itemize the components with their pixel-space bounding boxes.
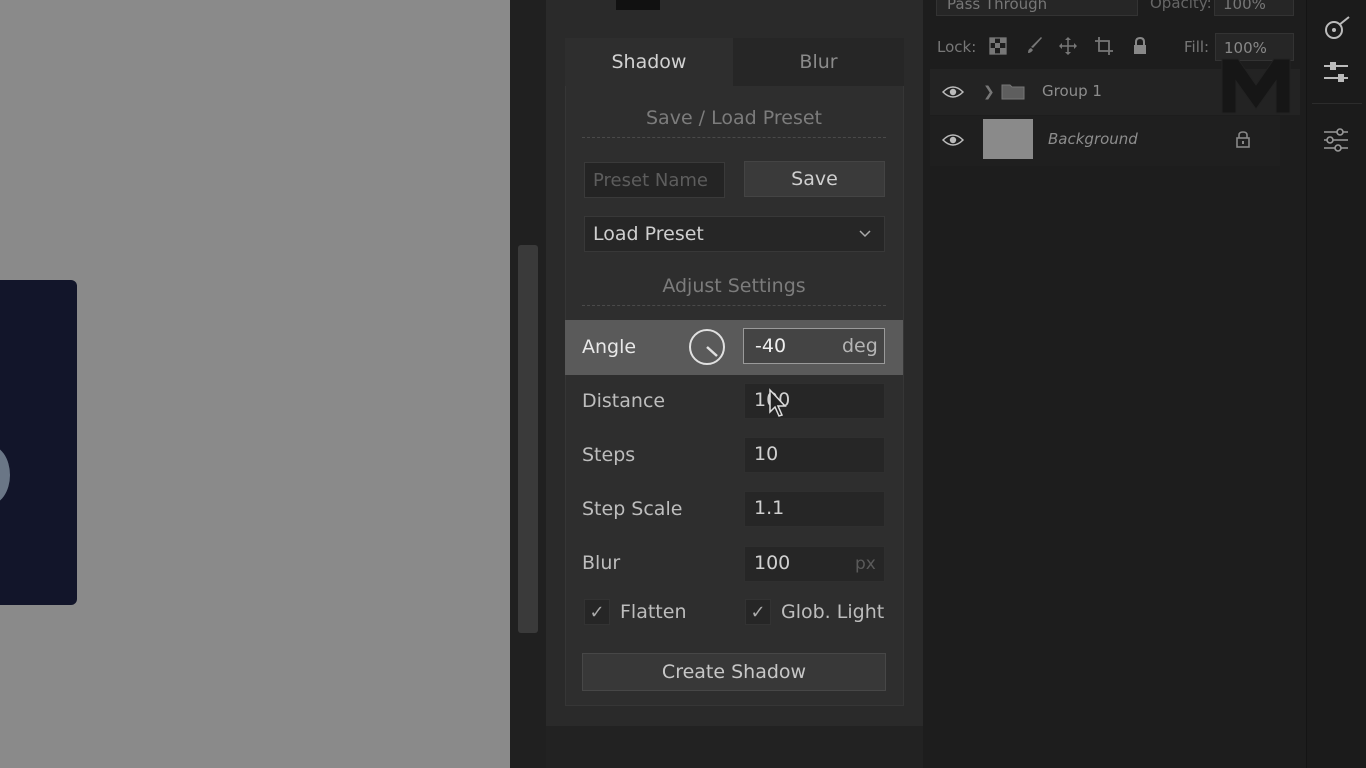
steps-label: Steps [582,444,636,466]
distance-label: Distance [582,390,666,412]
adjustments-icon[interactable] [1320,124,1352,156]
tab-shadow[interactable]: Shadow [565,38,733,86]
flatten-label: Flatten [620,601,687,623]
brush-settings-icon[interactable] [1320,14,1352,46]
angle-dial-icon[interactable] [688,328,726,366]
watermark-logo-icon [1221,58,1291,114]
eye-icon[interactable] [942,133,964,147]
step-scale-label: Step Scale [582,498,683,520]
fill-label: Fill: [1184,38,1210,56]
adjust-section-title: Adjust Settings [582,266,886,306]
steps-value: 10 [754,443,779,465]
lock-label: Lock: [937,38,977,56]
layer-thumbnail [983,119,1033,159]
chevron-down-icon [859,230,871,238]
chevron-right-icon[interactable]: ❯ [983,84,995,100]
tab-blur[interactable]: Blur [733,38,904,86]
preset-name-input[interactable] [584,162,725,198]
angle-value: -40 [755,335,787,357]
step-scale-value: 1.1 [754,497,785,519]
layer-name: Group 1 [1042,82,1102,100]
lock-all-icon[interactable] [1130,36,1150,56]
lock-move-icon[interactable] [1058,36,1078,56]
glob-light-label: Glob. Light [781,601,885,623]
document-canvas[interactable] [0,0,510,768]
blend-mode-dropdown[interactable]: Pass Through [936,0,1138,16]
folder-icon [1001,84,1025,100]
glob-light-checkbox[interactable]: ✓ [745,599,771,625]
save-button[interactable]: Save [744,161,885,197]
angle-unit: deg [842,335,878,357]
layer-name: Background [1048,130,1138,148]
lock-transparent-icon[interactable] [988,36,1008,56]
preset-section-title: Save / Load Preset [582,98,886,138]
artwork-circle [0,445,10,505]
toolbar-separator [1312,103,1362,104]
lock-brush-icon[interactable] [1025,36,1045,56]
mouse-cursor-icon [769,388,787,417]
plugin-logo [616,0,660,10]
properties-icon[interactable] [1320,58,1352,90]
blur-unit: px [855,554,876,574]
opacity-label: Opacity: [1150,0,1212,12]
create-shadow-button[interactable]: Create Shadow [582,653,886,691]
lock-artboard-icon[interactable] [1094,36,1114,56]
lock-icon[interactable] [1234,130,1252,148]
blur-value: 100 [754,552,791,574]
load-preset-label: Load Preset [593,223,704,245]
load-preset-dropdown[interactable]: Load Preset [584,216,885,252]
canvas-artwork-card [0,280,77,605]
flatten-checkbox[interactable]: ✓ [584,599,610,625]
eye-icon[interactable] [942,85,964,99]
opacity-input[interactable]: 100% [1214,0,1294,16]
canvas-scrollbar-thumb[interactable] [518,245,538,633]
angle-label: Angle [582,336,637,358]
blur-label: Blur [582,552,621,574]
plugin-panel-footer [546,726,923,768]
right-toolbar [1306,0,1366,768]
